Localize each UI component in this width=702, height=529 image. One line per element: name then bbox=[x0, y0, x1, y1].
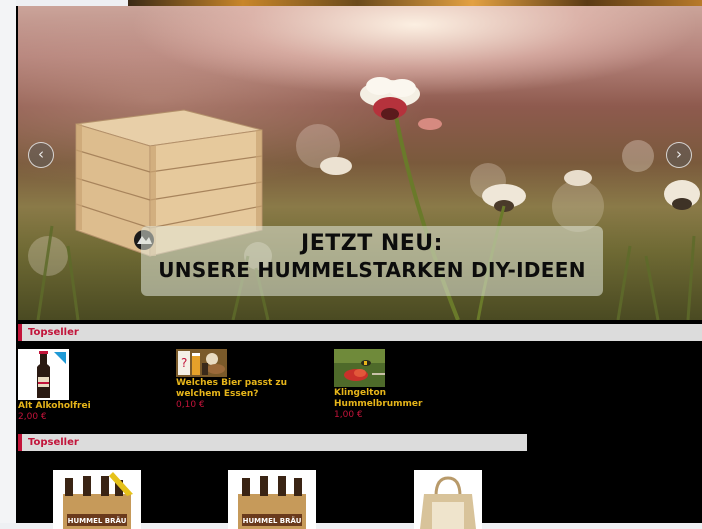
hero-caption-line1: JETZT NEU: bbox=[301, 231, 443, 256]
topseller-header: Topseller bbox=[18, 434, 527, 451]
product-price: 0,10 € bbox=[176, 400, 205, 410]
product-card[interactable]: ? Welches Bier passt zu welchem Essen? 0… bbox=[176, 349, 326, 411]
beer-bottle-image bbox=[37, 351, 66, 398]
product-image[interactable] bbox=[18, 349, 69, 400]
beer-six-pack-image: HUMMEL BRÄU bbox=[53, 470, 141, 529]
product-image[interactable]: ? bbox=[176, 349, 227, 377]
page-content: JETZT NEU: UNSERE HUMMELSTARKEN DIY-IDEE… bbox=[16, 6, 702, 529]
topseller-header: Topseller bbox=[18, 324, 702, 341]
product-price: 2,00 € bbox=[18, 412, 47, 422]
product-name[interactable]: Alt Alkoholfrei bbox=[18, 401, 158, 412]
hero-caption-line2: UNSERE HUMMELSTARKEN DIY-IDEEN bbox=[158, 258, 586, 282]
bumblebee-flower-image bbox=[334, 349, 385, 387]
page-margin-left bbox=[0, 0, 16, 523]
product-card[interactable]: Alt Alkoholfrei 2,00 € bbox=[18, 349, 158, 423]
beer-six-pack-image: HUMMEL BRÄU bbox=[228, 470, 316, 529]
svg-text:?: ? bbox=[181, 356, 187, 370]
product-image[interactable]: HUMMEL BRÄU bbox=[228, 470, 316, 529]
product-image[interactable] bbox=[334, 349, 385, 387]
product-name[interactable]: Welches Bier passt zu welchem Essen? bbox=[176, 378, 326, 400]
hero-caption[interactable]: JETZT NEU: UNSERE HUMMELSTARKEN DIY-IDEE… bbox=[141, 226, 603, 296]
hero-slider[interactable]: JETZT NEU: UNSERE HUMMELSTARKEN DIY-IDEE… bbox=[18, 6, 702, 320]
beer-food-image: ? bbox=[176, 349, 227, 377]
jute-bag-image bbox=[414, 470, 482, 529]
product-image-text: HUMMEL BRÄU bbox=[243, 516, 302, 525]
slider-prev-button[interactable]: ‹ bbox=[28, 142, 54, 168]
chevron-left-icon: ‹ bbox=[38, 145, 44, 163]
slider-next-button[interactable]: › bbox=[666, 142, 692, 168]
product-card[interactable]: Klingelton Hummelbrummer 1,00 € bbox=[334, 349, 474, 421]
product-price: 1,00 € bbox=[334, 410, 363, 420]
product-image[interactable]: HUMMEL BRÄU bbox=[53, 470, 141, 529]
product-name[interactable]: Klingelton Hummelbrummer bbox=[334, 388, 474, 410]
chevron-right-icon: › bbox=[676, 145, 682, 163]
product-image-text: HUMMEL BRÄU bbox=[68, 516, 127, 525]
product-image[interactable] bbox=[414, 470, 482, 529]
